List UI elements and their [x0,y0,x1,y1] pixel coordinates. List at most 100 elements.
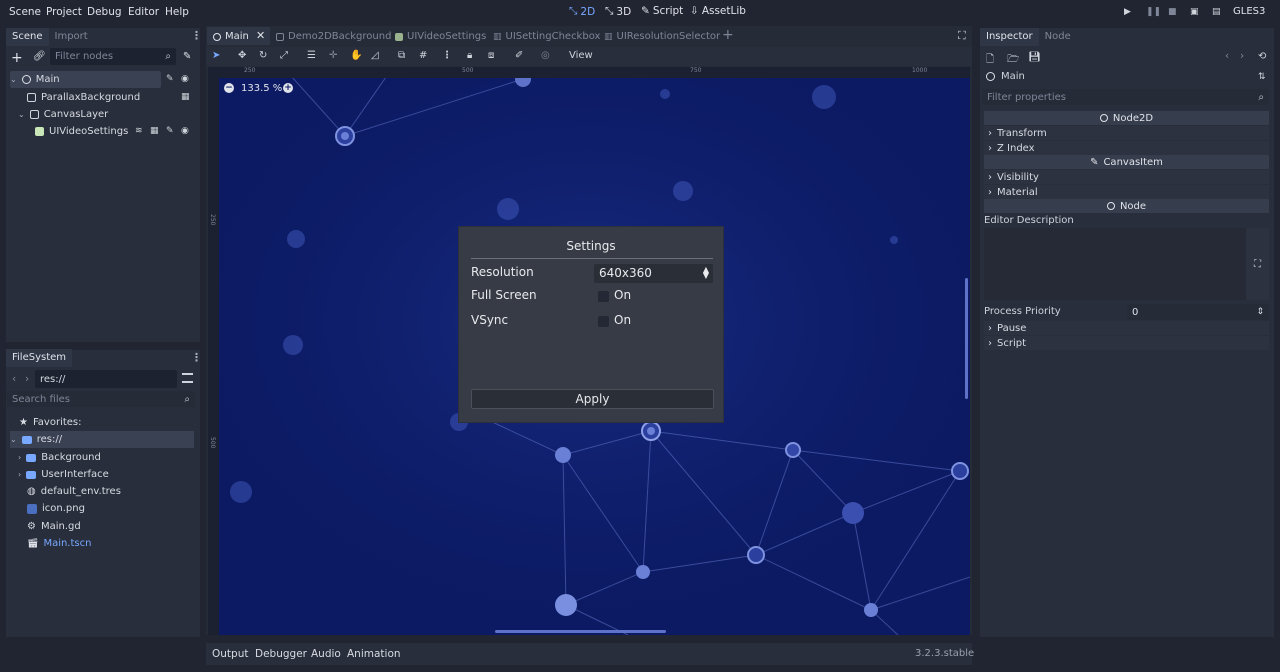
process-priority-spinbox[interactable]: 0 ⇕ [1127,304,1269,320]
visibility-eye-icon[interactable]: ◉ [181,74,189,84]
new-resource-icon[interactable]: 🗋︎ [986,52,994,69]
save-icon[interactable]: 💾︎ [1028,52,1041,63]
tab-debugger[interactable]: Debugger [255,648,307,660]
expand-icon[interactable]: ⛶ [1254,259,1261,270]
filter-properties-input[interactable]: Filter properties ⌕ [982,89,1269,105]
tree-item-parallax[interactable]: ParallaxBackground [27,89,140,106]
open-folder-icon[interactable]: 🗁︎ [1007,52,1019,69]
file-item-background[interactable]: › Background [18,449,101,466]
attach-script-icon[interactable]: ✎ [183,51,191,62]
editor-tab-uivideosettings[interactable]: UIVideoSettings [395,28,486,45]
new-tab-icon[interactable]: + [722,27,734,43]
forward-icon[interactable]: › [25,373,29,385]
play-icon[interactable]: ▶ [1124,7,1131,17]
file-item-icon-png[interactable]: icon.png [27,500,85,517]
tree-item-uivideosettings[interactable]: UIVideoSettings [35,123,128,140]
group-visibility[interactable]: › Visibility [984,170,1269,184]
tab-scene[interactable]: Scene [6,28,49,46]
tab-audio[interactable]: Audio [311,648,341,660]
pause-icon[interactable]: ❚❚ [1146,7,1161,17]
scale-mode-icon[interactable]: ⤢ [280,50,288,61]
close-tab-icon[interactable]: ✕ [256,29,265,42]
script-icon[interactable]: ✎ [166,126,174,136]
search-files-input[interactable]: Search files ⌕ [7,391,195,407]
tab-output[interactable]: Output [212,648,248,660]
resolution-select[interactable]: 640x360 ▲ ▼ [594,264,713,283]
tab-inspector[interactable]: Inspector [980,28,1039,46]
workspace-3d-button[interactable]: ⤡ 3D [605,5,631,18]
play-scene-icon[interactable]: ▣ [1190,7,1199,17]
vsync-checkbox[interactable] [598,316,609,327]
zoom-in-icon[interactable]: + [283,83,293,93]
file-item-main-gd[interactable]: ⚙ Main.gd [27,518,81,535]
group-transform[interactable]: › Transform [984,126,1269,140]
snap-options-icon[interactable]: ⋮ [442,50,452,61]
list-select-icon[interactable]: ☰ [307,50,316,61]
menu-debug[interactable]: Debug [87,6,122,18]
tree-item-main[interactable]: ⌄ Main [10,71,161,88]
scene-dock-menu-icon[interactable]: ⋮ [191,29,202,42]
zoom-out-icon[interactable]: − [224,83,234,93]
snap-toggle-icon[interactable]: ⧉ [398,50,405,61]
renderer-label[interactable]: GLES3 [1233,6,1265,17]
lock-icon[interactable]: 🔒︎ [467,50,472,61]
history-icon[interactable]: ⟲ [1258,51,1266,62]
tab-node[interactable]: Node [1039,28,1077,46]
vertical-scrollbar[interactable] [965,278,968,399]
apply-button[interactable]: Apply [471,389,714,409]
inspected-node[interactable]: Main [986,71,1025,82]
distraction-free-icon[interactable]: ⛶ [958,29,966,43]
skeleton-bone-icon[interactable]: ✐ [515,50,523,61]
menu-help[interactable]: Help [165,6,189,18]
workspace-assetlib-button[interactable]: ⇩ AssetLib [690,5,746,17]
file-item-userinterface[interactable]: › UserInterface [18,466,109,483]
group-material[interactable]: › Material [984,185,1269,199]
pan-mode-icon[interactable]: ✋ [350,50,362,61]
history-back-icon[interactable]: ‹ [1225,50,1229,62]
view-menu[interactable]: View [569,50,593,61]
tab-filesystem[interactable]: FileSystem [6,349,73,367]
open-instance-icon[interactable]: ▦ [181,92,190,102]
editor-tab-uiresolutionselector[interactable]: ▥ UIResolutionSelector [604,28,720,45]
menu-editor[interactable]: Editor [128,6,159,18]
group-icon[interactable]: ⧈ [488,50,494,61]
menu-project[interactable]: Project [46,6,82,18]
menu-scene[interactable]: Scene [9,6,41,18]
move-mode-icon[interactable]: ✥ [238,50,246,61]
camera-override-icon[interactable]: ◎ [541,50,550,61]
res-root-item[interactable]: ⌄ res:// [10,431,194,448]
editor-tab-main[interactable]: Main [213,28,249,45]
editor-tab-demo2dbackground[interactable]: Demo2DBackground [276,28,391,45]
visibility-eye-icon[interactable]: ◉ [181,126,189,136]
instance-scene-icon[interactable]: 🔗︎ [33,51,46,62]
back-icon[interactable]: ‹ [12,373,16,385]
file-item-default-env[interactable]: ◍ default_env.tres [27,483,121,500]
group-script[interactable]: › Script [984,336,1269,350]
signals-icon[interactable]: ≋ [135,126,143,136]
fullscreen-on-label[interactable]: On [614,288,631,302]
play-custom-scene-icon[interactable]: ▤ [1212,7,1221,17]
history-forward-icon[interactable]: › [1240,50,1244,62]
editor-description-text[interactable] [984,228,1246,300]
vsync-on-label[interactable]: On [614,313,631,327]
scene-filter-input[interactable]: Filter nodes ⌕ [50,48,176,65]
horizontal-scrollbar[interactable] [495,630,666,633]
editor-tab-uisettingcheckbox[interactable]: ▥ UISettingCheckbox [493,28,600,45]
file-item-main-tscn[interactable]: 🎬︎ Main.tscn [27,535,91,552]
group-zindex[interactable]: › Z Index [984,141,1269,155]
favorites-item[interactable]: ★ Favorites: [19,414,82,431]
tab-animation[interactable]: Animation [347,648,401,660]
filesystem-menu-icon[interactable]: ⋮ [191,351,202,364]
tab-import[interactable]: Import [49,28,94,46]
grid-snap-icon[interactable]: # [419,50,427,61]
ruler-mode-icon[interactable]: ◿ [371,50,379,61]
workspace-script-button[interactable]: ✎ Script [641,5,683,17]
workspace-2d-button[interactable]: ⤡ 2D [569,5,595,18]
tree-item-canvaslayer[interactable]: ⌄ CanvasLayer [18,106,108,123]
fullscreen-checkbox[interactable] [598,291,609,302]
zoom-level[interactable]: 133.5 % [241,83,282,94]
select-mode-icon[interactable]: ➤ [212,50,220,61]
object-properties-icon[interactable]: ⇅ [1258,72,1266,82]
group-pause[interactable]: › Pause [984,321,1269,335]
pivot-mode-icon[interactable]: ✛ [329,50,337,61]
